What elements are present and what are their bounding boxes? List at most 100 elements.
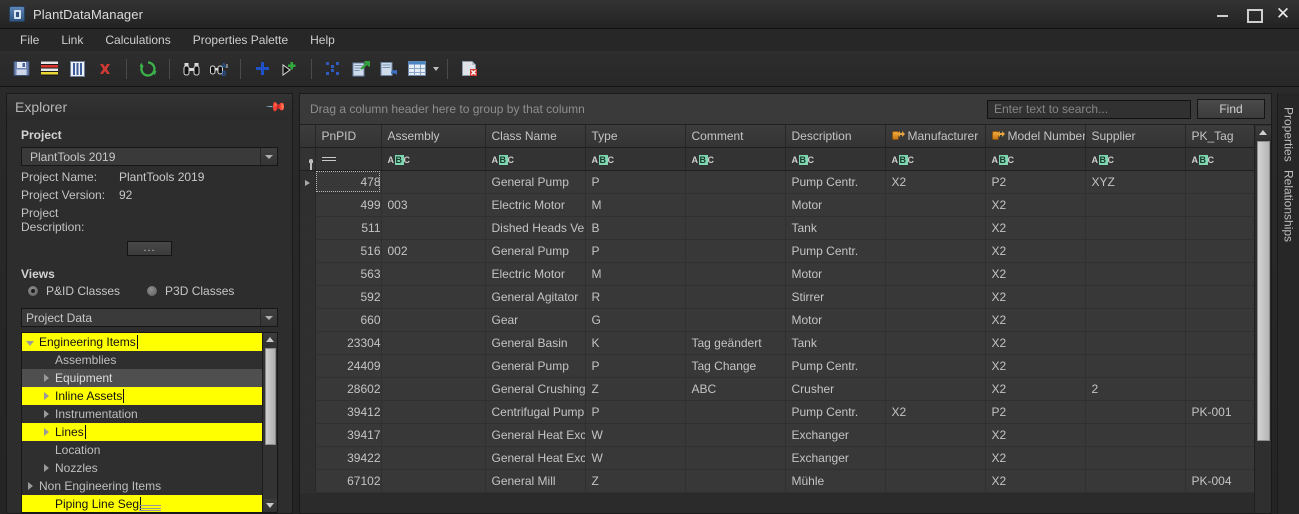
cell-pnpid[interactable]: 478 <box>315 170 382 194</box>
cell-comment[interactable] <box>685 469 786 493</box>
cell-model-number[interactable]: X2 <box>985 377 1086 401</box>
cell-comment[interactable]: ABC <box>685 377 786 401</box>
filter-cell-pk-tag[interactable]: ABC <box>1185 147 1266 171</box>
abc-filter-icon[interactable]: ABC <box>1192 154 1215 165</box>
refresh-icon[interactable] <box>135 56 161 82</box>
group-panel[interactable]: Drag a column header here to group by th… <box>300 94 1271 125</box>
table-row[interactable]: 511 Dished Heads Ve… B Tank X2 <box>300 216 1266 240</box>
cell-pk-tag[interactable] <box>1185 354 1266 378</box>
filter-toggle-cell[interactable] <box>300 147 316 171</box>
cell-comment[interactable] <box>685 193 786 217</box>
expander-closed-icon[interactable] <box>38 461 54 475</box>
cell-model-number[interactable]: X2 <box>985 285 1086 309</box>
cell-type[interactable]: G <box>585 308 686 332</box>
cell-model-number[interactable]: X2 <box>985 239 1086 263</box>
cell-model-number[interactable]: X2 <box>985 308 1086 332</box>
cell-assembly[interactable] <box>381 354 486 378</box>
cell-type[interactable]: R <box>585 285 686 309</box>
tab-relationships[interactable]: Relationships <box>1279 166 1299 246</box>
replace-icon[interactable]: AB <box>206 56 232 82</box>
cell-assembly[interactable] <box>381 331 486 355</box>
cell-manufacturer[interactable] <box>885 331 986 355</box>
cell-assembly[interactable] <box>381 423 486 447</box>
add-icon[interactable] <box>249 56 275 82</box>
cell-comment[interactable] <box>685 446 786 470</box>
tree-item-assemblies[interactable]: Assemblies <box>22 351 262 369</box>
tree-scrollbar-thumb[interactable] <box>264 348 276 445</box>
tab-properties[interactable]: Properties <box>1279 103 1299 166</box>
column-header-pk-tag[interactable]: PK_Tag <box>1185 125 1266 148</box>
cell-pnpid[interactable]: 499 <box>315 193 382 217</box>
cell-description[interactable]: Mühle <box>785 469 886 493</box>
add-item-icon[interactable] <box>277 56 303 82</box>
cell-pnpid[interactable]: 39422 <box>315 446 382 470</box>
cell-manufacturer[interactable] <box>885 446 986 470</box>
cell-class-name[interactable]: General Pump <box>485 239 586 263</box>
cell-model-number[interactable]: P2 <box>985 400 1086 424</box>
cell-class-name[interactable]: General Heat Exc… <box>485 423 586 447</box>
abc-filter-icon[interactable]: ABC <box>592 154 615 165</box>
cell-model-number[interactable]: X2 <box>985 216 1086 240</box>
cell-pnpid[interactable]: 39417 <box>315 423 382 447</box>
cell-description[interactable]: Motor <box>785 262 886 286</box>
cell-comment[interactable] <box>685 239 786 263</box>
cell-pk-tag[interactable] <box>1185 308 1266 332</box>
cell-description[interactable]: Pump Centr. <box>785 170 886 194</box>
cell-supplier[interactable] <box>1085 469 1186 493</box>
cell-assembly[interactable]: 003 <box>381 193 486 217</box>
cell-type[interactable]: W <box>585 446 686 470</box>
filter-cell-supplier[interactable]: ABC <box>1085 147 1186 171</box>
cell-comment[interactable] <box>685 216 786 240</box>
delete-icon[interactable] <box>92 56 118 82</box>
cell-type[interactable]: W <box>585 423 686 447</box>
cell-type[interactable]: K <box>585 331 686 355</box>
column-header-model-number[interactable]: Model Number <box>985 125 1086 148</box>
table-row[interactable]: 592 General Agitator R Stirrer X2 <box>300 285 1266 309</box>
filter-cell-pnpid[interactable] <box>315 147 382 171</box>
cell-model-number[interactable]: X2 <box>985 193 1086 217</box>
grid-vertical-scrollbar[interactable] <box>1254 125 1271 513</box>
cell-class-name[interactable]: General Heat Exc… <box>485 446 586 470</box>
table-row[interactable]: 563 Electric Motor M Motor X2 <box>300 262 1266 286</box>
equals-operator-icon[interactable] <box>321 155 336 163</box>
table-row[interactable]: 499 003 Electric Motor M Motor X2 <box>300 193 1266 217</box>
cell-pnpid[interactable]: 592 <box>315 285 382 309</box>
table-row[interactable]: 39422 General Heat Exc… W Exchanger X2 <box>300 446 1266 470</box>
expander-closed-icon[interactable] <box>38 407 54 421</box>
cell-pnpid[interactable]: 67102 <box>315 469 382 493</box>
cell-type[interactable]: M <box>585 262 686 286</box>
maximize-icon[interactable] <box>1245 6 1263 23</box>
cell-pnpid[interactable]: 39412 <box>315 400 382 424</box>
cell-assembly[interactable] <box>381 308 486 332</box>
abc-filter-icon[interactable]: ABC <box>692 154 715 165</box>
menu-item-file[interactable]: File <box>10 30 49 50</box>
cell-pnpid[interactable]: 516 <box>315 239 382 263</box>
cell-type[interactable]: P <box>585 239 686 263</box>
tree-item-inline-assets[interactable]: Inline Assets <box>22 387 262 405</box>
cell-class-name[interactable]: General Pump <box>485 354 586 378</box>
export-icon[interactable] <box>348 56 374 82</box>
tree-scrollbar[interactable] <box>262 333 277 512</box>
cell-description[interactable]: Motor <box>785 193 886 217</box>
minimize-icon[interactable] <box>1215 6 1231 22</box>
column-header-supplier[interactable]: Supplier <box>1085 125 1186 148</box>
cell-model-number[interactable]: X2 <box>985 446 1086 470</box>
cell-pk-tag[interactable] <box>1185 239 1266 263</box>
menu-item-link[interactable]: Link <box>51 30 93 50</box>
cell-model-number[interactable]: P2 <box>985 170 1086 194</box>
column-header-class-name[interactable]: Class Name <box>485 125 586 148</box>
cell-comment[interactable] <box>685 308 786 332</box>
cell-pk-tag[interactable] <box>1185 446 1266 470</box>
filter-cell-assembly[interactable]: ABC <box>381 147 486 171</box>
abc-filter-icon[interactable]: ABC <box>792 154 815 165</box>
find-icon[interactable] <box>178 56 204 82</box>
column-header-manufacturer[interactable]: Manufacturer <box>885 125 986 148</box>
cell-type[interactable]: Z <box>585 469 686 493</box>
cell-type[interactable]: P <box>585 400 686 424</box>
cell-description[interactable]: Stirrer <box>785 285 886 309</box>
tree-item-non-engineering-items[interactable]: Non Engineering Items <box>22 477 262 495</box>
cell-manufacturer[interactable]: X2 <box>885 170 986 194</box>
table-row[interactable]: 660 Gear G Motor X2 <box>300 308 1266 332</box>
cell-supplier[interactable] <box>1085 262 1186 286</box>
cell-pk-tag[interactable]: PK-001 <box>1185 400 1266 424</box>
